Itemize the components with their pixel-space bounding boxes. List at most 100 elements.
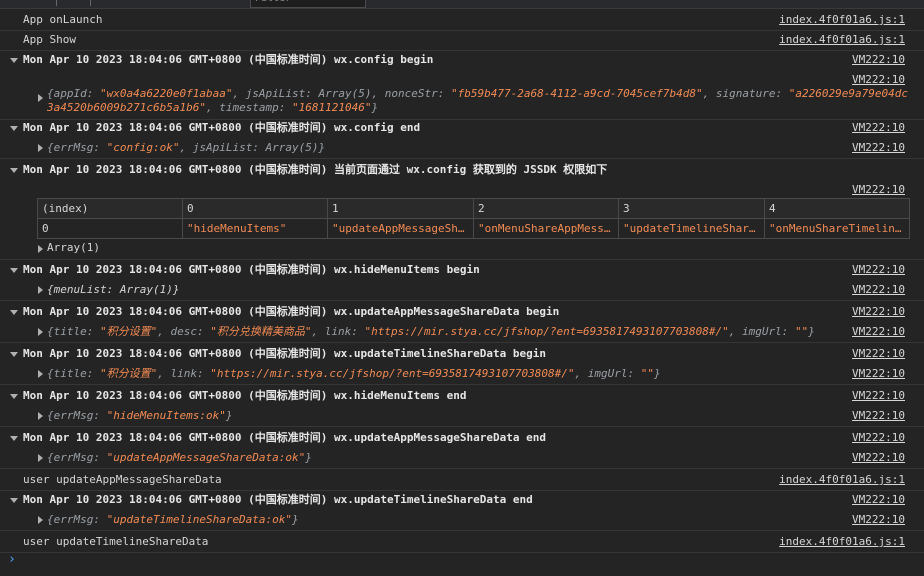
obj-text: {errMsg: [47, 513, 107, 526]
obj-string: "" [640, 367, 654, 380]
obj-text: , jsApiList: Array(5)} [179, 141, 326, 154]
source-link[interactable]: index.4f0f01a6.js:1 [779, 10, 905, 30]
timestamp: Mon Apr 10 2023 18:04:06 GMT+0800 (中国标准时… [23, 121, 328, 134]
expand-triangle-icon[interactable] [10, 498, 18, 503]
log-group-header[interactable]: Mon Apr 10 2023 18:04:06 GMT+0800 (中国标准时… [0, 160, 924, 180]
source-link[interactable]: VM222:10 [852, 260, 905, 280]
table-cell: "onMenuShareAppMess… [473, 218, 619, 239]
table-header-cell[interactable]: 1 [327, 198, 474, 219]
object-preview[interactable]: {errMsg: "updateTimelineShareData:ok"} [47, 510, 299, 530]
source-link[interactable]: VM222:10 [852, 180, 905, 200]
console-toolbar: Filter [0, 0, 924, 9]
obj-string: "1681121046" [292, 101, 372, 114]
log-object-row: {errMsg: "hideMenuItems:ok"} VM222:10 [0, 406, 924, 427]
object-preview[interactable]: {errMsg: "updateAppMessageShareData:ok"} [47, 448, 312, 468]
obj-string: "updateTimelineShareData:ok" [106, 513, 293, 526]
object-preview[interactable]: {errMsg: "hideMenuItems:ok"} [47, 406, 232, 426]
source-link[interactable]: VM222:10 [852, 344, 905, 364]
expand-triangle-icon[interactable] [10, 58, 18, 63]
expand-triangle-icon[interactable] [38, 328, 43, 336]
source-link[interactable]: index.4f0f01a6.js:1 [779, 470, 905, 490]
log-message: Mon Apr 10 2023 18:04:06 GMT+0800 (中国标准时… [23, 428, 546, 448]
table-header-cell[interactable]: 2 [473, 198, 619, 219]
expand-triangle-icon[interactable] [38, 370, 43, 378]
expand-triangle-icon[interactable] [38, 94, 43, 102]
timestamp: Mon Apr 10 2023 18:04:06 GMT+0800 (中国标准时… [23, 305, 328, 318]
log-text: wx.updateAppMessageShareData end [334, 431, 546, 444]
obj-text: {title: [47, 367, 100, 380]
log-text: wx.updateTimelineShareData end [334, 493, 533, 506]
table-header-cell[interactable]: 0 [182, 198, 328, 219]
expand-triangle-icon[interactable] [38, 144, 43, 152]
table-cell: "updateAppMessageSh… [327, 218, 474, 239]
expand-triangle-icon[interactable] [10, 436, 18, 441]
source-link[interactable]: VM222:10 [852, 118, 905, 138]
object-preview[interactable]: {errMsg: "config:ok", jsApiList: Array(5… [47, 138, 325, 158]
object-preview[interactable]: {title: "积分设置", link: "https://mir.stya.… [47, 364, 661, 384]
obj-string: "fb59b477-2a68-4112-a9cd-7045cef7b4d8" [450, 87, 703, 100]
log-message: Mon Apr 10 2023 18:04:06 GMT+0800 (中国标准时… [23, 260, 480, 280]
expand-triangle-icon[interactable] [10, 268, 18, 273]
table-header-cell[interactable]: 3 [618, 198, 765, 219]
log-object-row: VM222:10 {appId: "wx0a4a6220e0f1abaa", j… [0, 70, 924, 120]
expand-triangle-icon[interactable] [10, 126, 18, 131]
obj-text: {appId: [47, 87, 100, 100]
source-link[interactable]: VM222:10 [852, 428, 905, 448]
log-message: App onLaunch [23, 13, 103, 26]
obj-string: "积分设置" [99, 367, 158, 380]
obj-text: , imgUrl: [574, 367, 641, 380]
log-group-header[interactable]: Mon Apr 10 2023 18:04:06 GMT+0800 (中国标准时… [0, 428, 924, 448]
log-group-header[interactable]: Mon Apr 10 2023 18:04:06 GMT+0800 (中国标准时… [0, 118, 924, 138]
table-header-cell[interactable]: 4 [764, 198, 910, 219]
filter-input[interactable]: Filter [250, 0, 366, 8]
expand-triangle-icon[interactable] [38, 286, 43, 294]
source-link[interactable]: VM222:10 [852, 322, 905, 342]
expand-triangle-icon[interactable] [10, 394, 18, 399]
source-link[interactable]: VM222:10 [852, 386, 905, 406]
source-link[interactable]: VM222:10 [852, 302, 905, 322]
obj-text: , imgUrl: [728, 325, 795, 338]
console-prompt-icon[interactable]: › [8, 552, 16, 567]
source-link[interactable]: VM222:10 [852, 73, 905, 86]
log-group-header[interactable]: Mon Apr 10 2023 18:04:06 GMT+0800 (中国标准时… [0, 344, 924, 364]
obj-text: } [808, 325, 815, 338]
obj-text: {errMsg: [47, 409, 107, 422]
log-text: wx.hideMenuItems begin [334, 263, 480, 276]
source-link[interactable]: VM222:10 [852, 280, 905, 300]
source-link[interactable]: VM222:10 [852, 364, 905, 384]
object-preview[interactable]: {appId: "wx0a4a6220e0f1abaa", jsApiList:… [47, 87, 909, 115]
expand-triangle-icon[interactable] [10, 352, 18, 357]
expand-triangle-icon[interactable] [38, 412, 43, 420]
expand-triangle-icon[interactable] [38, 516, 43, 524]
log-message: Mon Apr 10 2023 18:04:06 GMT+0800 (中国标准时… [23, 344, 546, 364]
log-group-header[interactable]: Mon Apr 10 2023 18:04:06 GMT+0800 (中国标准时… [0, 490, 924, 510]
obj-string: "config:ok" [106, 141, 180, 154]
source-link[interactable]: VM222:10 [852, 406, 905, 426]
obj-string: "hideMenuItems:ok" [106, 409, 226, 422]
object-preview[interactable]: {menuList: Array(1)} [47, 280, 179, 300]
expand-triangle-icon[interactable] [10, 310, 18, 315]
log-message: Mon Apr 10 2023 18:04:06 GMT+0800 (中国标准时… [23, 160, 607, 180]
source-link[interactable]: index.4f0f01a6.js:1 [779, 30, 905, 50]
table-header-row: (index) 0 1 2 3 4 [37, 198, 910, 219]
timestamp: Mon Apr 10 2023 18:04:06 GMT+0800 (中国标准时… [23, 163, 328, 176]
source-link[interactable]: VM222:10 [852, 138, 905, 158]
source-link[interactable]: VM222:10 [852, 510, 905, 530]
source-link[interactable]: VM222:10 [852, 50, 905, 70]
log-group-header[interactable]: Mon Apr 10 2023 18:04:06 GMT+0800 (中国标准时… [0, 50, 924, 70]
source-link[interactable]: index.4f0f01a6.js:1 [779, 532, 905, 552]
obj-text: } [292, 513, 299, 526]
obj-text: {errMsg: [47, 451, 107, 464]
object-preview[interactable]: {title: "积分设置", desc: "积分兑换精美商品", link: … [47, 322, 815, 342]
log-group-header[interactable]: Mon Apr 10 2023 18:04:06 GMT+0800 (中国标准时… [0, 260, 924, 280]
log-group-header[interactable]: Mon Apr 10 2023 18:04:06 GMT+0800 (中国标准时… [0, 302, 924, 322]
expand-triangle-icon[interactable] [38, 454, 43, 462]
source-link[interactable]: VM222:10 [852, 490, 905, 510]
array-preview[interactable]: Array(1) [47, 241, 100, 254]
table-header-cell[interactable]: (index) [37, 198, 183, 219]
table-cell: 0 [37, 218, 183, 239]
expand-triangle-icon[interactable] [10, 168, 18, 173]
log-group-header[interactable]: Mon Apr 10 2023 18:04:06 GMT+0800 (中国标准时… [0, 386, 924, 406]
source-link[interactable]: VM222:10 [852, 448, 905, 468]
expand-triangle-icon[interactable] [38, 245, 43, 253]
